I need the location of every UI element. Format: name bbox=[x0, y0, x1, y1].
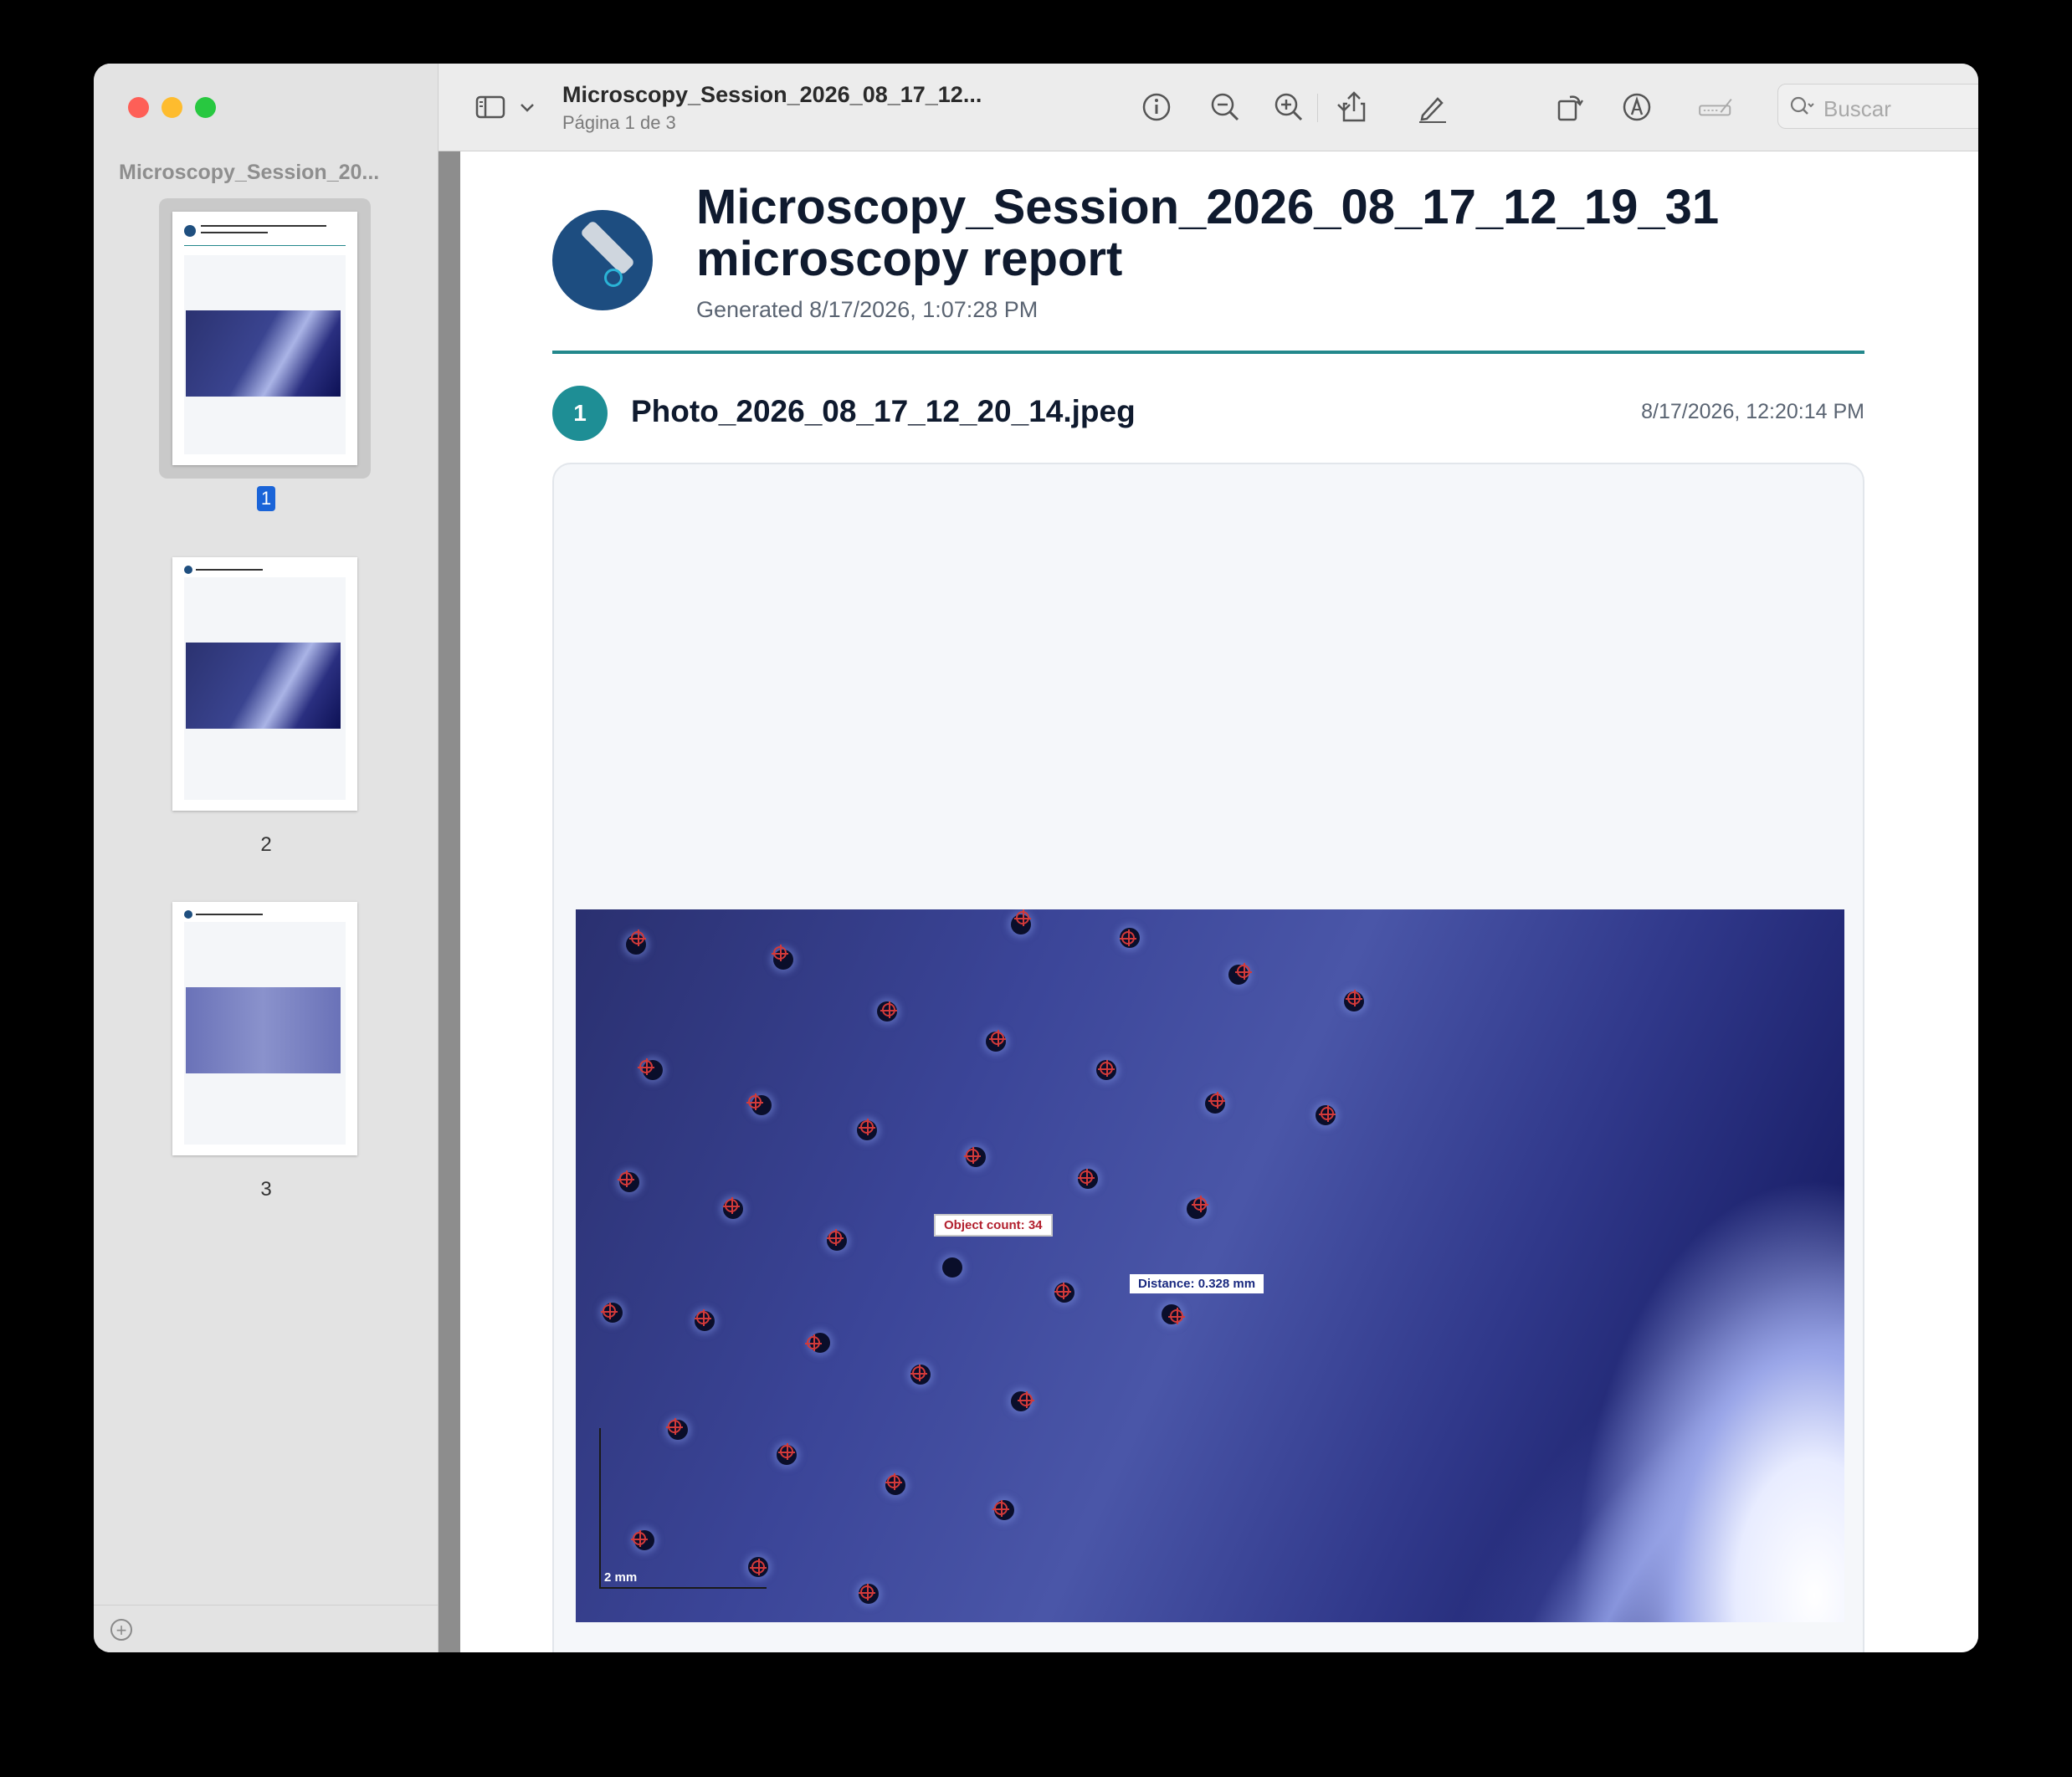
page-thumbnail-2[interactable] bbox=[159, 544, 371, 824]
photo-timestamp: 8/17/2026, 12:20:14 PM bbox=[1641, 400, 1864, 423]
photo-card: Object count: 34 Distance: 0.328 mm 2 mm bbox=[552, 463, 1864, 1652]
sidebar-document-title: Microscopy_Session_20... bbox=[119, 161, 380, 184]
logo bbox=[552, 210, 653, 310]
preview-window: Microscopy_Session_20... 1 2 3 + Microsc… bbox=[94, 64, 1978, 1652]
page-number-1: 1 bbox=[257, 486, 275, 511]
thumbnail-page-preview bbox=[172, 212, 357, 465]
form-icon[interactable] bbox=[1697, 89, 1744, 125]
add-page-icon[interactable]: + bbox=[110, 1619, 132, 1641]
search-field[interactable]: Buscar bbox=[1777, 84, 1978, 129]
rotate-icon[interactable] bbox=[1551, 89, 1588, 125]
header-divider bbox=[552, 351, 1864, 354]
distance-label: Distance: 0.328 mm bbox=[1130, 1274, 1264, 1293]
thumbnail-page-preview bbox=[172, 902, 357, 1155]
sidebar-icon[interactable] bbox=[472, 89, 509, 125]
page-thumbnail-1[interactable] bbox=[159, 198, 371, 479]
generated-timestamp: Generated 8/17/2026, 1:07:28 PM bbox=[696, 297, 1039, 322]
document-title: Microscopy_Session_2026_08_17_12... bbox=[562, 82, 982, 107]
search-placeholder: Buscar bbox=[1823, 96, 1891, 121]
photo-filename: Photo_2026_08_17_12_20_14.jpeg bbox=[631, 394, 1136, 428]
search-icon bbox=[1785, 90, 1818, 123]
scale-label: 2 mm bbox=[604, 1570, 638, 1585]
zoom-window-button[interactable] bbox=[195, 97, 216, 118]
markup-circle-icon[interactable] bbox=[1618, 89, 1655, 125]
photo-index-badge: 1 bbox=[552, 386, 608, 441]
toolbar-separator bbox=[1317, 94, 1318, 122]
document-view[interactable]: Microscopy_Session_2026_08_17_12_19_31 m… bbox=[439, 151, 1978, 1652]
chevron-down-icon[interactable] bbox=[509, 89, 534, 125]
page-number-3: 3 bbox=[260, 1178, 272, 1201]
microscopy-image: Object count: 34 Distance: 0.328 mm 2 mm bbox=[576, 909, 1844, 1622]
thumbnail-sidebar: Microscopy_Session_20... 1 2 3 + bbox=[94, 64, 439, 1652]
chevron-down-icon[interactable] bbox=[1326, 89, 1351, 125]
page-indicator: Página 1 de 3 bbox=[562, 112, 676, 133]
report-title: Microscopy_Session_2026_08_17_12_19_31 m… bbox=[696, 180, 1720, 286]
scale-bar bbox=[599, 1587, 767, 1589]
scale-bar-vertical bbox=[599, 1428, 601, 1587]
thumbnail-page-preview bbox=[172, 557, 357, 811]
info-icon[interactable] bbox=[1138, 89, 1175, 125]
page-thumbnail-3[interactable] bbox=[159, 888, 371, 1169]
object-count-label: Object count: 34 bbox=[934, 1214, 1053, 1237]
pdf-page: Microscopy_Session_2026_08_17_12_19_31 m… bbox=[460, 151, 1978, 1652]
toolbar: Microscopy_Session_2026_08_17_12... Pági… bbox=[439, 64, 1978, 151]
zoom-out-icon[interactable] bbox=[1207, 89, 1244, 125]
page-number-2: 2 bbox=[260, 833, 272, 856]
close-window-button[interactable] bbox=[128, 97, 149, 118]
zoom-in-icon[interactable] bbox=[1270, 89, 1307, 125]
minimize-window-button[interactable] bbox=[162, 97, 182, 118]
pencil-icon[interactable] bbox=[1414, 89, 1451, 125]
